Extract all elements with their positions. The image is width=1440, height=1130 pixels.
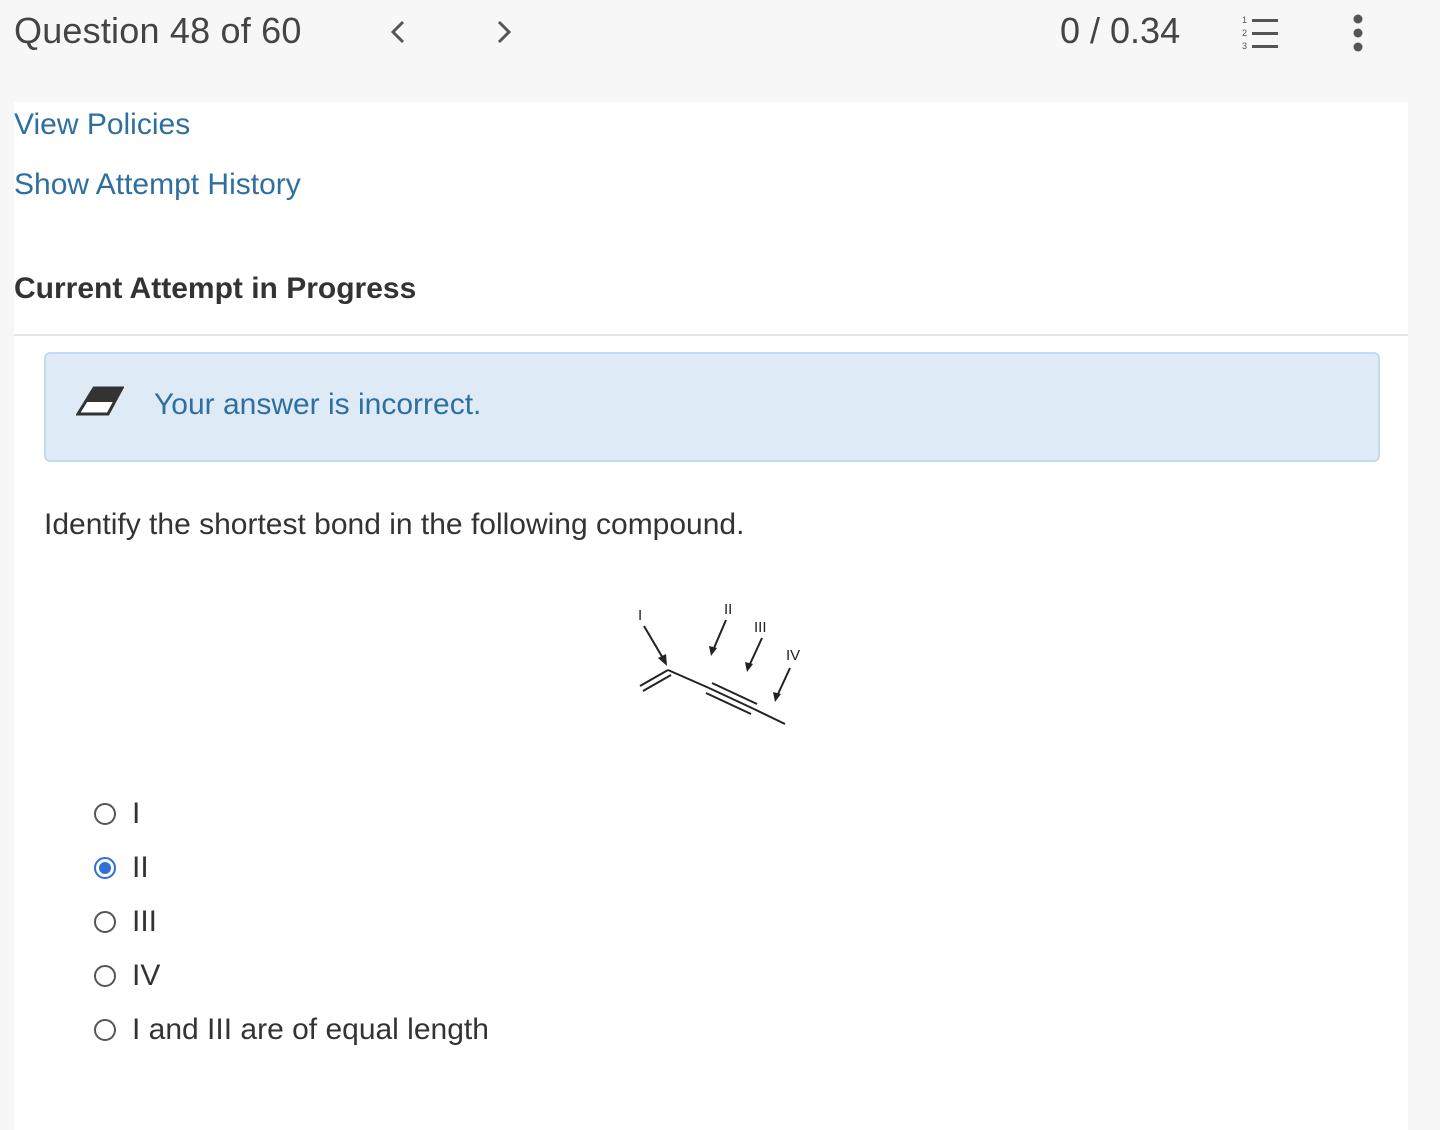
diagram-label-iv: IV	[786, 647, 800, 664]
numbered-list-icon: 1 2 3	[1242, 15, 1278, 51]
score-display: 0 / 0.34	[1060, 10, 1181, 51]
choice-label: I and III are of equal length	[132, 1013, 489, 1046]
radio-button-selected[interactable]	[94, 857, 116, 879]
choice-label: IV	[132, 959, 161, 992]
attempt-heading: Current Attempt in Progress	[14, 272, 417, 305]
radio-button[interactable]	[94, 1019, 116, 1041]
next-question-button[interactable]	[484, 12, 524, 52]
choice-iv[interactable]: IV	[94, 956, 160, 996]
diagram-label-ii: II	[724, 601, 732, 618]
radio-button[interactable]	[94, 803, 116, 825]
diagram-label-i: I	[638, 607, 642, 624]
choice-i[interactable]: I	[94, 794, 140, 834]
more-vertical-icon	[1353, 14, 1363, 52]
divider	[14, 334, 1408, 336]
more-options-button[interactable]	[1340, 10, 1376, 56]
top-bar: Question 48 of 60 0 / 0.34 1 2 3	[0, 0, 1440, 102]
svg-text:2: 2	[1242, 28, 1247, 38]
choice-iii[interactable]: III	[94, 902, 157, 942]
chevron-left-icon	[390, 20, 405, 44]
previous-question-button[interactable]	[378, 12, 418, 52]
choice-i-and-iii-equal[interactable]: I and III are of equal length	[94, 1010, 489, 1050]
compound-structure-diagram: I II III IV	[638, 601, 800, 725]
radio-button[interactable]	[94, 911, 116, 933]
feedback-banner: Your answer is incorrect.	[44, 352, 1380, 462]
choice-label: I	[132, 797, 141, 830]
chevron-right-icon	[497, 20, 512, 44]
diagram-label-iii: III	[754, 619, 767, 636]
svg-text:1: 1	[1242, 15, 1247, 25]
question-panel: View Policies Show Attempt History Curre…	[14, 102, 1408, 1130]
question-counter: Question 48 of 60	[14, 10, 302, 51]
choice-label: III	[132, 905, 158, 938]
question-prompt: Identify the shortest bond in the follow…	[44, 508, 745, 541]
question-list-button[interactable]: 1 2 3	[1238, 12, 1284, 54]
feedback-message: Your answer is incorrect.	[154, 388, 482, 421]
show-attempt-history-link[interactable]: Show Attempt History	[14, 168, 301, 202]
radio-button[interactable]	[94, 965, 116, 987]
choice-ii[interactable]: II	[94, 848, 149, 888]
choice-label: II	[132, 851, 149, 884]
view-policies-link[interactable]: View Policies	[14, 108, 190, 142]
svg-text:3: 3	[1242, 41, 1247, 51]
eraser-icon	[76, 386, 124, 416]
